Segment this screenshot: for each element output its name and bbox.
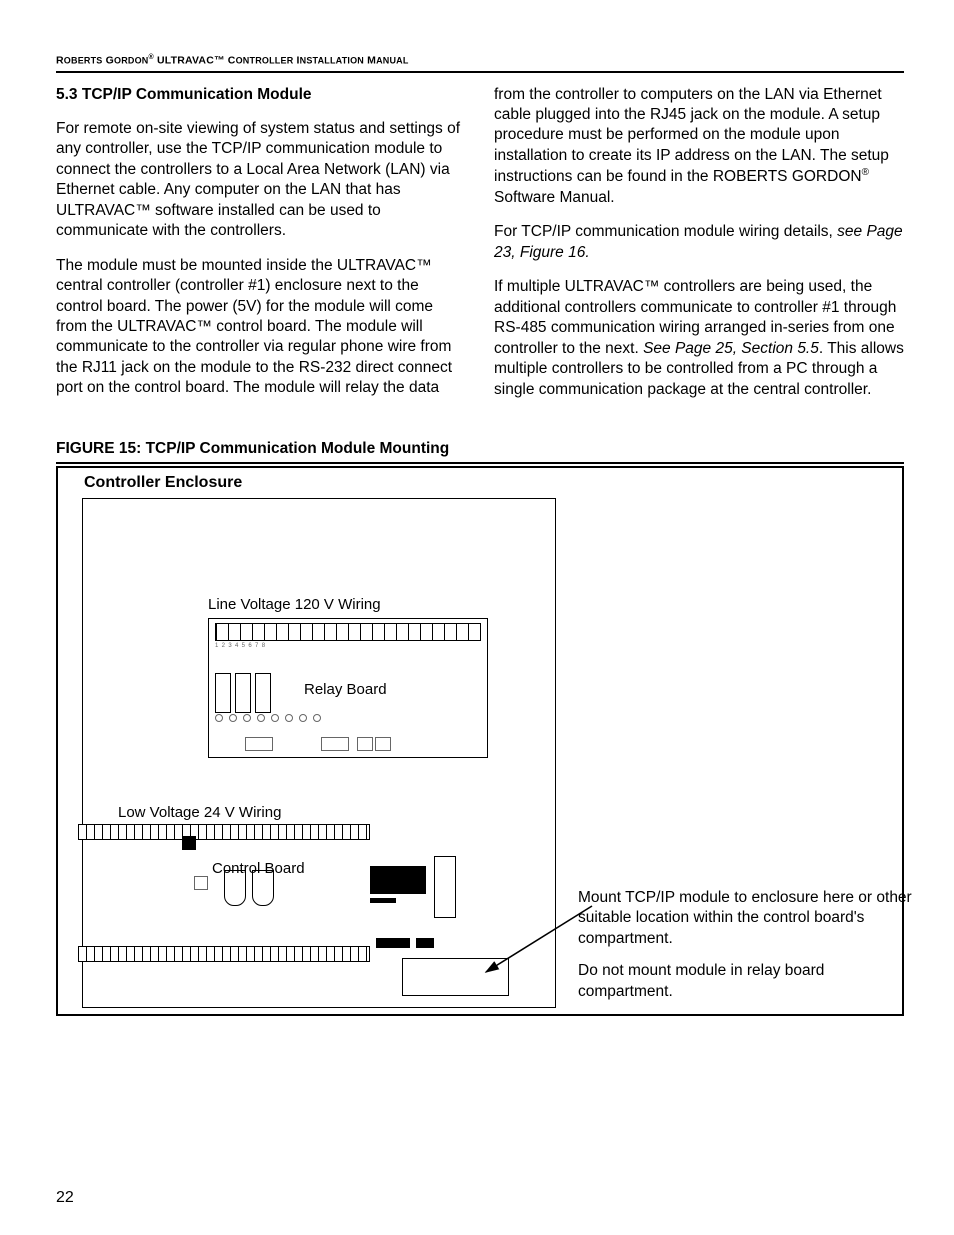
text-run: Software Manual.: [494, 189, 615, 206]
figure-15: Controller Enclosure Line Voltage 120 V …: [56, 466, 904, 1016]
body-paragraph: If multiple ULTRAVAC™ controllers are be…: [494, 277, 904, 400]
relay-terminal-strip: [215, 623, 481, 641]
running-header: ROBERTS GORDON® ULTRAVAC™ CONTROLLER INS…: [56, 54, 904, 73]
text-run: For TCP/IP communication module wiring d…: [494, 223, 837, 240]
control-board-label: Control Board: [212, 860, 305, 877]
registered-mark: ®: [862, 167, 869, 178]
section-heading: 5.3 TCP/IP Communication Module: [56, 85, 466, 105]
mount-instruction: Mount TCP/IP module to enclosure here or…: [578, 888, 918, 1002]
right-column: from the controller to computers on the …: [494, 85, 904, 415]
lv-terminal-strip-bottom: [78, 946, 370, 962]
lv-terminal-strip-top: [78, 824, 370, 840]
page: ROBERTS GORDON® ULTRAVAC™ CONTROLLER INS…: [0, 0, 954, 1235]
line-voltage-label: Line Voltage 120 V Wiring: [208, 596, 381, 613]
body-paragraph: from the controller to computers on the …: [494, 85, 904, 209]
mount-text-line: Mount TCP/IP module to enclosure here or…: [578, 888, 918, 949]
two-column-body: 5.3 TCP/IP Communication Module For remo…: [56, 85, 904, 415]
page-number: 22: [56, 1189, 74, 1207]
figure-caption: FIGURE 15: TCP/IP Communication Module M…: [56, 440, 904, 464]
body-paragraph: For TCP/IP communication module wiring d…: [494, 222, 904, 263]
mount-text-line: Do not mount module in relay board compa…: [578, 961, 918, 1002]
left-column: 5.3 TCP/IP Communication Module For remo…: [56, 85, 466, 415]
relay-board-label: Relay Board: [304, 681, 387, 698]
body-paragraph: The module must be mounted inside the UL…: [56, 256, 466, 399]
enclosure-title: Controller Enclosure: [84, 474, 242, 492]
italic-reference: See Page 25, Section 5.5: [643, 340, 819, 357]
body-paragraph: For remote on-site viewing of system sta…: [56, 119, 466, 242]
relay-tiny-labels: 1 2 3 4 5 6 7 8: [215, 643, 481, 649]
low-voltage-label: Low Voltage 24 V Wiring: [118, 804, 281, 821]
text-run: from the controller to computers on the …: [494, 86, 889, 186]
